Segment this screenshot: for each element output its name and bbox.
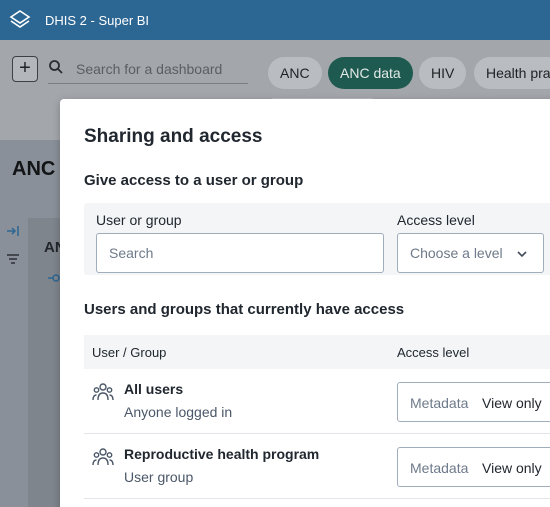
add-dashboard-button[interactable]: + [12, 56, 38, 82]
dashboard-search-placeholder: Search for a dashboard [76, 61, 223, 77]
access-level-label: Access level [397, 212, 475, 228]
dashboard-chip-health-pra[interactable]: Health pra [474, 57, 550, 89]
give-access-heading: Give access to a user or group [84, 172, 304, 189]
chevron-down-icon [517, 251, 527, 258]
modal-title: Sharing and access [84, 126, 263, 147]
table-row: All users Anyone logged in Metadata View… [84, 369, 550, 434]
dashboard-chip-anc-data[interactable]: ANC data [328, 57, 413, 89]
user-or-group-search-input[interactable]: Search [96, 233, 384, 273]
give-access-form: User or group Search Access level Choose… [84, 203, 550, 275]
row-access-select[interactable]: Metadata View only [397, 447, 550, 487]
top-bar: DHIS 2 - Super BI [0, 0, 550, 40]
access-value: View only [482, 395, 542, 411]
row-name: All users [124, 381, 184, 397]
filter-icon[interactable] [6, 252, 20, 270]
app-title: DHIS 2 - Super BI [45, 12, 150, 28]
page-title: ANC [12, 158, 56, 180]
users-group-icon [92, 446, 114, 473]
search-icon [48, 59, 64, 80]
metadata-label: Metadata [410, 460, 469, 476]
access-level-placeholder: Choose a level [410, 245, 503, 261]
row-access-select[interactable]: Metadata View only [397, 382, 550, 422]
table-row: Reproductive health program User group M… [84, 434, 550, 499]
row-name: Reproductive health program [124, 446, 320, 462]
user-or-group-label: User or group [96, 212, 182, 228]
dashboard-chip-anc[interactable]: ANC [268, 57, 322, 89]
access-table-header: User / Group Access level [84, 335, 550, 369]
row-subtitle: Anyone logged in [124, 404, 233, 420]
dashboard-chip-hiv[interactable]: HIV [419, 57, 467, 89]
sharing-modal: Sharing and access Give access to a user… [60, 99, 550, 507]
current-access-heading: Users and groups that currently have acc… [84, 301, 405, 318]
users-group-icon [92, 381, 114, 408]
metadata-label: Metadata [410, 395, 469, 411]
row-subtitle: User group [124, 469, 194, 485]
column-user-group: User / Group [92, 345, 167, 360]
search-placeholder: Search [109, 245, 154, 261]
dhis2-logo-icon[interactable] [0, 0, 40, 40]
access-level-select[interactable]: Choose a level [397, 233, 544, 273]
dashboard-search-input[interactable]: Search for a dashboard [48, 54, 248, 84]
column-access-level: Access level [397, 345, 470, 360]
collapse-icon[interactable] [6, 224, 20, 243]
access-value: View only [482, 460, 542, 476]
